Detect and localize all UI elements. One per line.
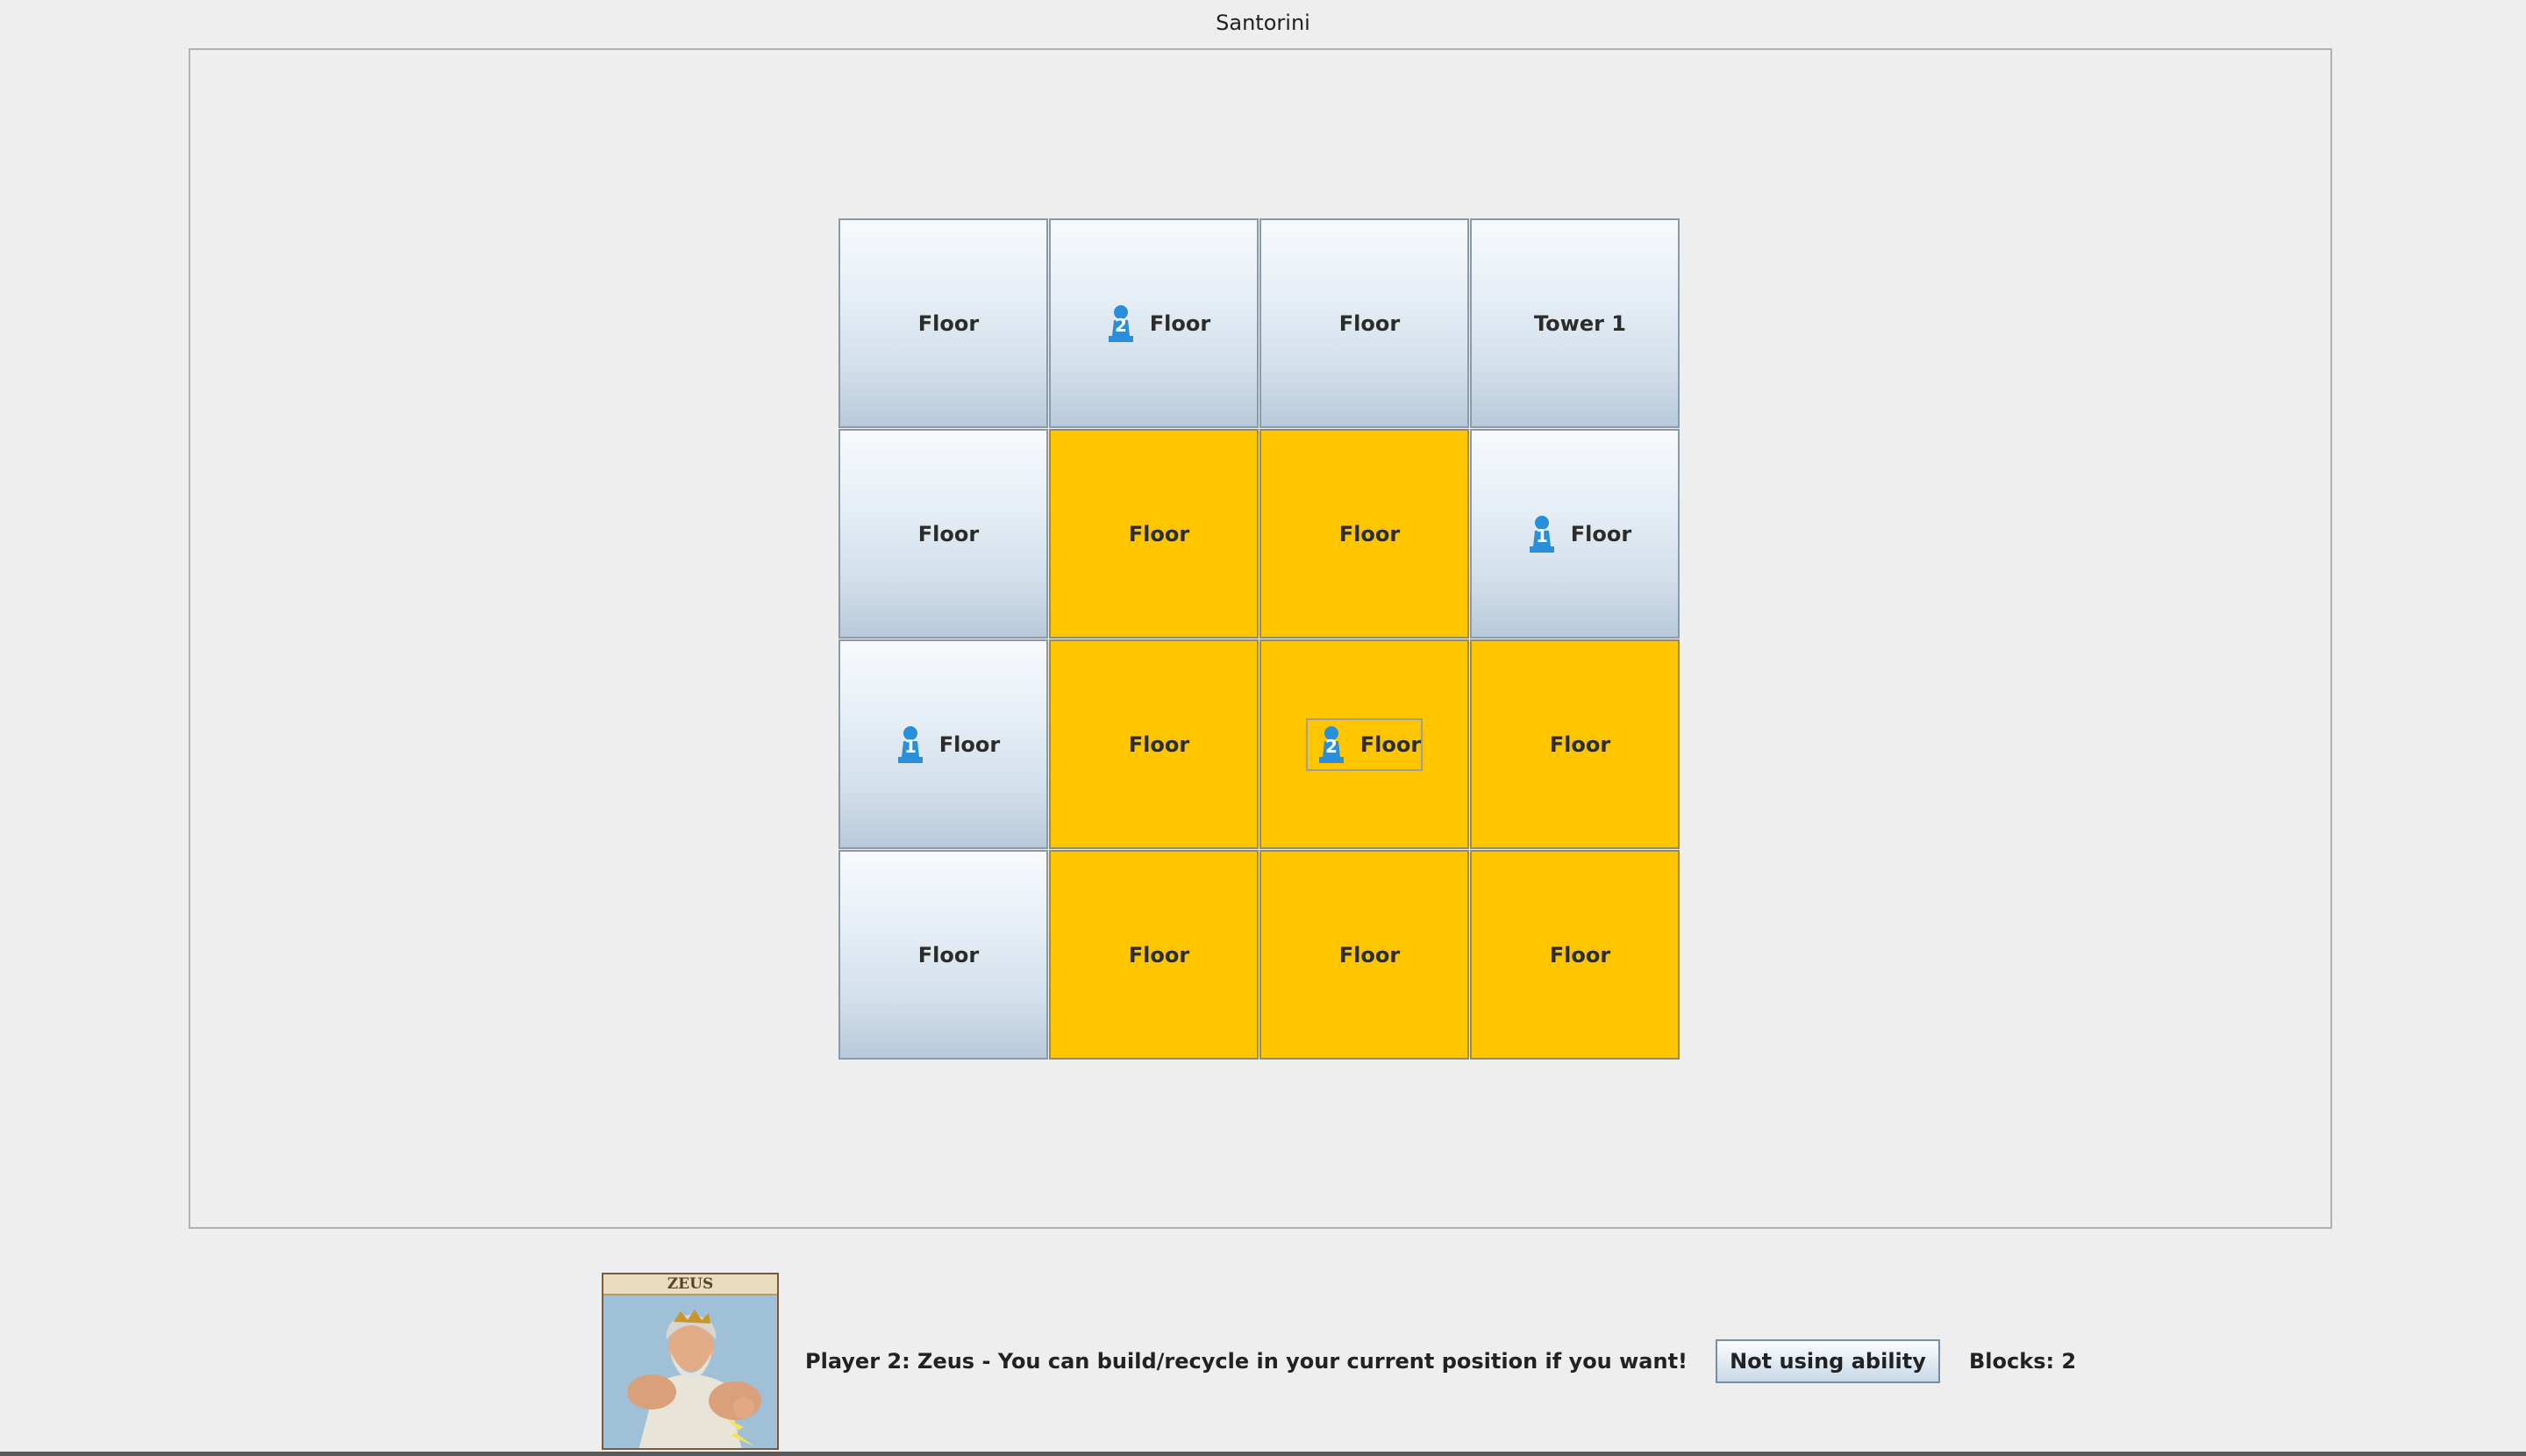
selected-cell-content: 2 Floor <box>1305 717 1424 771</box>
worker-pawn-icon: 2 <box>1318 725 1344 763</box>
cell-content: Floor <box>906 304 981 343</box>
board-cell-r4-c4[interactable]: Floor <box>1470 850 1680 1060</box>
god-card-zeus: ZEUS <box>602 1273 779 1450</box>
worker-pawn-icon: 2 <box>1108 304 1133 342</box>
worker-player-number: 1 <box>1536 525 1548 546</box>
cell-level-label: Floor <box>1128 732 1190 757</box>
cell-content: Floor <box>1327 515 1402 553</box>
cell-content: 1 Floor <box>1516 508 1633 560</box>
cell-content: Floor <box>1538 936 1612 974</box>
cell-content: Tower 1 <box>1522 304 1628 343</box>
cell-content: 1 Floor <box>885 718 1002 771</box>
cell-level-label: Floor <box>917 310 980 336</box>
board-cell-r2-c3[interactable]: Floor <box>1259 429 1469 639</box>
cell-level-label: Floor <box>917 942 980 967</box>
cell-level-label: Floor <box>1338 310 1401 336</box>
worker-player-number: 2 <box>1115 315 1127 336</box>
board-cell-r2-c1[interactable]: Floor <box>838 429 1048 639</box>
cell-level-label: Floor <box>1338 942 1401 967</box>
board-cell-r1-c4[interactable]: Tower 1 <box>1470 218 1680 428</box>
cell-content: Floor <box>1538 725 1612 764</box>
cell-level-label: Floor <box>938 732 1001 757</box>
board-cell-r2-c2[interactable]: Floor <box>1049 429 1259 639</box>
board-cell-r3-c1[interactable]: 1 Floor <box>838 639 1048 849</box>
cell-level-label: Floor <box>1128 942 1190 967</box>
cell-level-label: Floor <box>1149 310 1211 336</box>
cell-level-label: Floor <box>1570 521 1632 546</box>
status-bar: ZEUS Player 2: Zeus - You can build/recy… <box>602 1272 2076 1451</box>
ability-toggle-button[interactable]: Not using ability <box>1716 1339 1940 1383</box>
board-cell-r1-c1[interactable]: Floor <box>838 218 1048 428</box>
cell-content: Floor <box>1117 515 1191 553</box>
worker-pawn-icon: 1 <box>1529 515 1554 553</box>
board-cell-r4-c2[interactable]: Floor <box>1049 850 1259 1060</box>
blocks-counter: Blocks: 2 <box>1969 1349 2077 1374</box>
board-cell-r3-c2[interactable]: Floor <box>1049 639 1259 849</box>
board-cell-r2-c4[interactable]: 1 Floor <box>1470 429 1680 639</box>
turn-status-message: Player 2: Zeus - You can build/recycle i… <box>805 1349 1688 1374</box>
window-title: Santorini <box>1216 11 1310 35</box>
cell-content: Floor <box>906 515 981 553</box>
worker-player-number: 1 <box>904 736 917 757</box>
cell-content: Floor <box>1327 304 1402 343</box>
cell-level-label: Floor <box>1549 942 1611 967</box>
cell-level-label: Floor <box>1128 521 1190 546</box>
worker-player-number: 2 <box>1325 736 1338 757</box>
window-bottom-edge <box>0 1452 2526 1456</box>
cell-content: 2 Floor <box>1095 297 1212 350</box>
worker-pawn-icon: 1 <box>897 725 923 763</box>
zeus-card-image <box>603 1295 777 1448</box>
board-cell-r1-c3[interactable]: Floor <box>1259 218 1469 428</box>
cell-level-label: Floor <box>1338 521 1401 546</box>
cell-level-label: Floor <box>917 521 980 546</box>
board-cell-r4-c1[interactable]: Floor <box>838 850 1048 1060</box>
board-cell-r4-c3[interactable]: Floor <box>1259 850 1469 1060</box>
board-cell-r3-c3[interactable]: 2 Floor <box>1259 639 1469 849</box>
cell-content: Floor <box>906 936 981 974</box>
cell-level-label: Tower 1 <box>1533 310 1626 336</box>
cell-content: Floor <box>1327 936 1402 974</box>
cell-level-label: Floor <box>1359 732 1422 757</box>
board-cell-r1-c2[interactable]: 2 Floor <box>1049 218 1259 428</box>
cell-level-label: Floor <box>1549 732 1611 757</box>
game-board: Floor 2 Floor Floor Tower 1 Floor Floor Floor 1 F… <box>838 218 1682 1062</box>
god-card-name: ZEUS <box>603 1274 777 1295</box>
cell-content: Floor <box>1117 936 1191 974</box>
cell-content: Floor <box>1117 725 1191 764</box>
board-cell-r3-c4[interactable]: Floor <box>1470 639 1680 849</box>
